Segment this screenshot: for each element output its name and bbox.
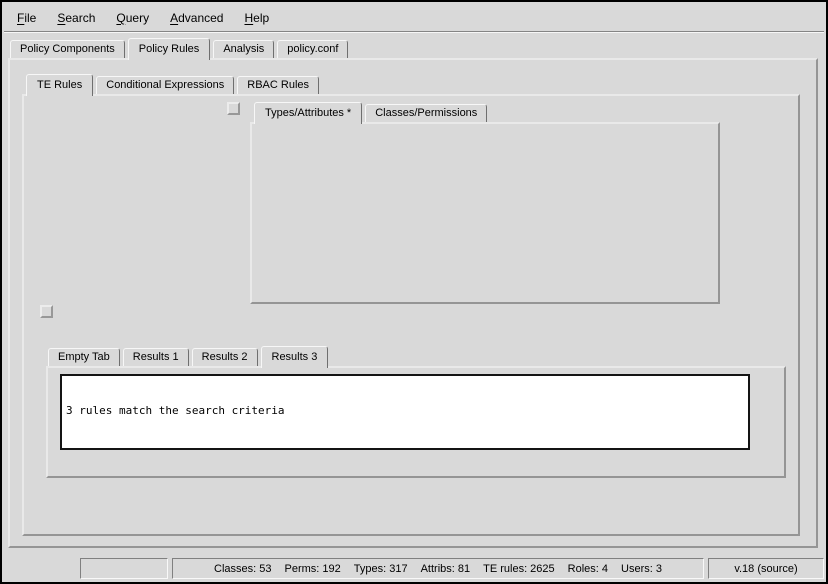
policy-version-label: v.18 (source) (734, 563, 797, 575)
status-stat: Roles: 4 (568, 563, 608, 575)
menu-item[interactable]: Query (113, 10, 152, 26)
menu-item-label: elp (253, 11, 269, 25)
menu-item-mnemonic: A (170, 11, 178, 25)
status-empty-panel (80, 558, 168, 579)
status-stat: Perms: 192 (285, 563, 341, 575)
menu-item-mnemonic: Q (116, 11, 125, 25)
types-attributes-tab[interactable]: Types/Attributes * (254, 102, 362, 124)
menu-item-label: earch (65, 11, 95, 25)
results-tab[interactable]: Results 2 (192, 348, 258, 366)
types-attributes-tab[interactable]: Classes/Permissions (365, 104, 487, 122)
vertical-sash-handle[interactable] (227, 102, 240, 115)
te-tab[interactable]: TE Rules (26, 74, 93, 96)
menubar: File Search Query Advanced Help (4, 4, 824, 32)
status-stats-panel: Classes: 53 Perms: 192 Types: 317 Attrib… (172, 558, 704, 579)
results-tab[interactable]: Empty Tab (48, 348, 120, 366)
status-stat: Classes: 53 (214, 563, 271, 575)
main-tab[interactable]: Policy Components (10, 40, 125, 58)
menu-item-label: ile (24, 11, 36, 25)
results-tab[interactable]: Results 3 (261, 346, 329, 368)
results-text-area[interactable]: 3 rules match the search criteria (5822)… (60, 374, 750, 450)
menu-item[interactable]: File (14, 10, 39, 26)
main-tab[interactable]: Policy Rules (128, 38, 211, 60)
te-tab-bar: TE Rules Conditional Expressions RBAC Ru… (26, 71, 322, 96)
status-stat: TE rules: 2625 (483, 563, 555, 575)
main-tab[interactable]: Analysis (213, 40, 274, 58)
results-summary: 3 rules match the search criteria (66, 404, 744, 417)
te-tab[interactable]: RBAC Rules (237, 76, 319, 94)
main-tab[interactable]: policy.conf (277, 40, 348, 58)
menu-item[interactable]: Advanced (167, 10, 226, 26)
results-tab[interactable]: Results 1 (123, 348, 189, 366)
status-stat: Attribs: 81 (421, 563, 471, 575)
status-stat: Types: 317 (354, 563, 408, 575)
types-attributes-page (250, 122, 720, 304)
status-stat: Users: 3 (621, 563, 662, 575)
menu-item[interactable]: Search (54, 10, 98, 26)
menu-item-label: dvanced (178, 11, 223, 25)
status-version-panel: v.18 (source) (708, 558, 824, 579)
types-attributes-tab-bar: Types/Attributes * Classes/Permissions (254, 99, 490, 124)
menu-item[interactable]: Help (241, 10, 272, 26)
te-tab[interactable]: Conditional Expressions (96, 76, 234, 94)
results-tab-bar: Empty Tab Results 1 Results 2 Results 3 (48, 343, 331, 368)
menu-item-mnemonic: H (244, 11, 253, 25)
menu-item-label: uery (126, 11, 149, 25)
app-window: File Search Query Advanced Help Policy C… (0, 0, 828, 584)
horizontal-sash-handle[interactable] (40, 305, 53, 318)
main-tab-bar: Policy Components Policy Rules Analysis … (10, 33, 351, 60)
